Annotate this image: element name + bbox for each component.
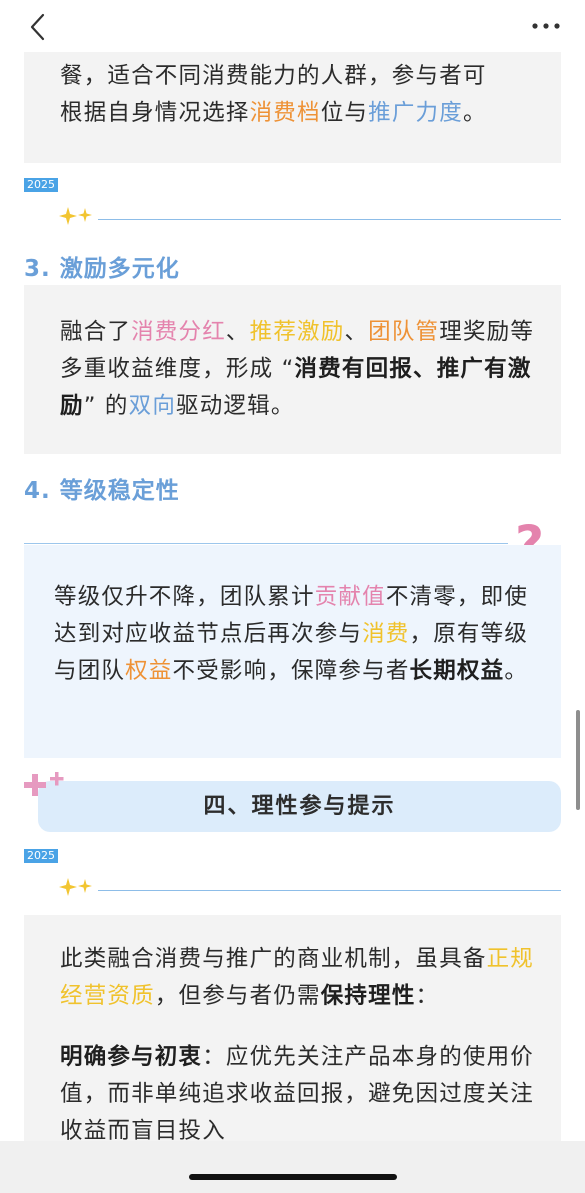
bold-text: 明确参与初衷 xyxy=(60,1044,203,1070)
sparkle-icon xyxy=(59,878,92,896)
chevron-left-icon xyxy=(30,13,45,41)
highlight-text: 消费档 xyxy=(249,100,321,126)
content-card: 此类融合消费与推广的商业机制，虽具备正规经营资质，但参与者仍需保持理性： 明确参… xyxy=(24,915,561,1155)
paragraph: 融合了消费分红、推荐激励、团队管理奖励等多重收益维度，形成 “消费有回报、推广有… xyxy=(60,319,535,419)
highlight-text: 贡献值 xyxy=(314,584,386,610)
highlight-text: 权益 xyxy=(125,658,173,684)
highlight-text: 推广力度 xyxy=(368,100,463,126)
section-title: 3. 激励多元化 xyxy=(24,256,180,282)
year-tag: 2025 xyxy=(24,849,58,863)
chapter-heading: 四、理性参与提示 xyxy=(38,781,561,832)
bold-text: 长期权益 xyxy=(409,658,505,684)
paragraph: 此类融合消费与推广的商业机制，虽具备正规经营资质，但参与者仍需保持理性： xyxy=(60,946,535,1009)
plus-decoration-icon xyxy=(24,772,64,796)
bottom-safe-area xyxy=(0,1141,585,1193)
divider-line xyxy=(98,890,561,891)
top-bar xyxy=(0,0,585,52)
more-button[interactable] xyxy=(531,18,561,34)
content-card: 等级仅升不降，团队累计贡献值不清零，即使达到对应收益节点后再次参与消费，原有等级… xyxy=(24,545,561,758)
highlight-text: 推荐激励 xyxy=(249,319,345,345)
back-button[interactable] xyxy=(26,12,54,42)
scrollbar[interactable] xyxy=(576,710,580,810)
sparkle-icon xyxy=(59,207,92,225)
paragraph: 等级仅升不降，团队累计贡献值不清零，即使达到对应收益节点后再次参与消费，原有等级… xyxy=(54,584,529,684)
divider-line xyxy=(98,219,561,220)
divider-line xyxy=(24,543,508,544)
content-card: 餐，适合不同消费能力的人群，参与者可 根据自身情况选择消费档位与推广力度。 xyxy=(24,46,561,163)
paragraph: 餐，适合不同消费能力的人群，参与者可 根据自身情况选择消费档位与推广力度。 xyxy=(60,63,487,126)
highlight-text: 消费 xyxy=(362,621,410,647)
article-page: 餐，适合不同消费能力的人群，参与者可 根据自身情况选择消费档位与推广力度。 20… xyxy=(0,0,585,1193)
paragraph: 明确参与初衷：应优先关注产品本身的使用价值，而非单纯追求收益回报，避免因过度关注… xyxy=(60,1044,535,1144)
ellipsis-icon xyxy=(532,23,560,29)
bold-text: 保持理性 xyxy=(320,983,416,1009)
highlight-text: 团队管 xyxy=(368,319,440,345)
year-tag: 2025 xyxy=(24,178,58,192)
home-indicator[interactable] xyxy=(189,1174,397,1180)
highlight-text: 消费分红 xyxy=(131,319,226,345)
highlight-text: 双向 xyxy=(128,393,177,419)
content-card: 融合了消费分红、推荐激励、团队管理奖励等多重收益维度，形成 “消费有回报、推广有… xyxy=(24,285,561,454)
section-title: 4. 等级稳定性 xyxy=(24,478,180,504)
